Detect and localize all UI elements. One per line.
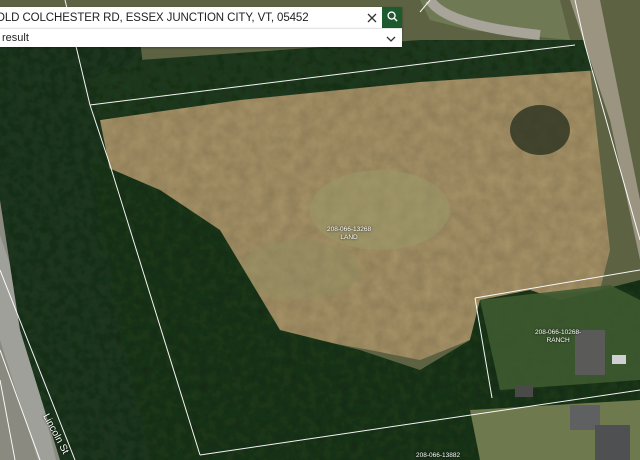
chevron-down-icon bbox=[386, 29, 396, 47]
search-button[interactable] bbox=[382, 7, 402, 29]
clear-button[interactable] bbox=[362, 7, 382, 29]
search-icon bbox=[386, 9, 398, 27]
results-toggle[interactable] bbox=[380, 29, 402, 47]
parcel-label[interactable]: 208-066-13882 bbox=[416, 452, 460, 460]
map-imagery bbox=[0, 0, 640, 460]
address-search-bar: OLD COLCHESTER RD, ESSEX JUNCTION CITY, … bbox=[0, 7, 402, 29]
parcel-id: 208-066-10268- bbox=[535, 329, 582, 336]
search-input[interactable]: OLD COLCHESTER RD, ESSEX JUNCTION CITY, … bbox=[0, 12, 362, 24]
satellite-map[interactable]: 208-066-13268 LAND 208-066-10268- RANCH … bbox=[0, 0, 640, 460]
parcel-id: 208-066-13268 bbox=[327, 226, 372, 233]
parcel-type: RANCH bbox=[546, 336, 570, 344]
results-label: result bbox=[2, 32, 29, 44]
parcel-id: 208-066-13882 bbox=[416, 452, 461, 459]
parcel-type: LAND bbox=[340, 233, 358, 241]
results-panel[interactable]: result bbox=[0, 28, 402, 47]
parcel-label[interactable]: 208-066-10268- RANCH bbox=[535, 329, 581, 344]
close-icon bbox=[367, 11, 377, 26]
parcel-label[interactable]: 208-066-13268 LAND bbox=[327, 226, 371, 241]
